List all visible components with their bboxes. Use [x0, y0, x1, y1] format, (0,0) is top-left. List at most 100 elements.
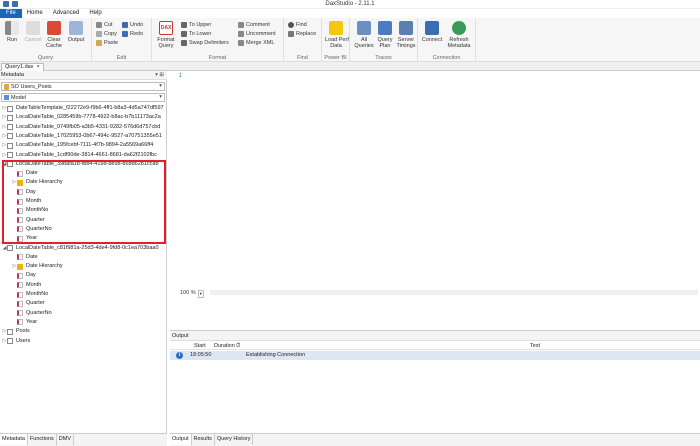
close-icon[interactable]: ×	[36, 64, 39, 71]
table-icon	[7, 114, 13, 121]
tree-item[interactable]: Date	[0, 169, 165, 178]
tree-item[interactable]: ▷ Date Hierarchy	[0, 262, 165, 271]
connect-icon	[425, 21, 439, 35]
column-icon	[17, 291, 23, 298]
table-icon	[7, 338, 13, 344]
tree-item[interactable]: ◢ LocalDateTable_39bafa1b-fbb4-419d-8e98-…	[0, 160, 165, 169]
refresh-icon	[452, 21, 466, 35]
find-button[interactable]: Find	[288, 21, 307, 29]
tree-item[interactable]: QuarterNo	[0, 225, 165, 234]
load-perf-data-button[interactable]: Load Perf Data	[325, 21, 349, 49]
tree-item[interactable]: Month	[0, 281, 165, 290]
tree-item[interactable]: Year	[0, 234, 165, 243]
tree-item[interactable]: Quarter	[0, 299, 165, 308]
tab-output[interactable]: Output	[170, 434, 192, 445]
tab-query1[interactable]: Query1.dax ×	[1, 63, 44, 71]
uncomment-button[interactable]: Uncomment	[238, 30, 276, 38]
chevron-down-icon[interactable]: ▾	[197, 290, 204, 298]
output-button[interactable]: Output	[65, 21, 87, 43]
clear-cache-button[interactable]: Clear Cache	[43, 21, 65, 49]
tree-item[interactable]: ▷ LocalDateTable_17025953-0b67-494c-9527-…	[0, 132, 165, 141]
info-icon: i	[176, 352, 183, 359]
zoom-control[interactable]: 100 % ▾	[180, 290, 204, 298]
output-bottom-tabs: Output Results Query History	[170, 433, 700, 446]
server-timings-button[interactable]: Server Timings	[395, 21, 417, 49]
copy-button[interactable]: Copy	[96, 30, 117, 38]
scissors-icon	[96, 22, 102, 28]
tab-query-history[interactable]: Query History	[215, 434, 254, 445]
model-name: Model	[11, 94, 26, 101]
pin-icon[interactable]: ▾ ⊞	[155, 71, 164, 80]
tree-item[interactable]: ▷ Posts	[0, 327, 165, 336]
tree-item[interactable]: MonthNo	[0, 206, 165, 215]
refresh-metadata-button[interactable]: Refresh Metadata	[446, 21, 472, 49]
server-timings-icon	[399, 21, 413, 35]
tree-item[interactable]: Month	[0, 197, 165, 206]
tree-item[interactable]: MonthNo	[0, 290, 165, 299]
col-duration[interactable]: Duration	[214, 342, 235, 350]
comment-button[interactable]: Comment	[238, 21, 270, 29]
tab-results[interactable]: Results	[192, 434, 215, 445]
to-lower-button[interactable]: To Lower	[181, 30, 211, 38]
tab-functions[interactable]: Functions	[28, 434, 57, 445]
tab-dmv[interactable]: DMV	[57, 434, 75, 445]
query-plan-icon	[378, 21, 392, 35]
merge-xml-button[interactable]: Merge XML	[238, 39, 274, 47]
output-header: Output	[170, 331, 700, 341]
swap-delimiters-button[interactable]: Swap Delimiters	[181, 39, 229, 47]
tree-item[interactable]: ▷ Users	[0, 337, 165, 346]
all-queries-button[interactable]: All Queries	[353, 21, 375, 49]
column-icon	[17, 300, 23, 307]
replace-button[interactable]: Replace	[288, 30, 316, 38]
tab-help[interactable]: Help	[84, 9, 106, 18]
database-selector[interactable]: SO Users_Posts ▾	[1, 82, 165, 91]
tree-item[interactable]: Quarter	[0, 216, 165, 225]
table-icon	[7, 245, 13, 251]
run-label: Run	[6, 37, 18, 43]
model-icon	[4, 95, 9, 100]
tree-item-label: QuarterNo	[26, 309, 52, 316]
format-query-button[interactable]: DAX Format Query	[155, 21, 177, 49]
metadata-header: Metadata ▾ ⊞	[0, 71, 167, 80]
tab-advanced[interactable]: Advanced	[48, 9, 85, 18]
tree-item[interactable]: ▷ Date Hierarchy	[0, 178, 165, 187]
run-button[interactable]: Run	[1, 21, 23, 43]
tree-item[interactable]: ▷ LocalDateTable_0749fb05-a3b5-4331-9282-…	[0, 123, 165, 132]
cut-button[interactable]: Cut	[96, 21, 113, 29]
tree-item[interactable]: ▷ DateTableTemplate_f22272e9-f9b6-4ff1-b8…	[0, 104, 165, 113]
model-selector[interactable]: Model ▾	[1, 93, 165, 102]
to-lower-label: To Lower	[189, 31, 212, 37]
column-icon	[17, 282, 23, 289]
tree-item-label: LocalDateTable_195fcebf-7111-4f7b-9894-2…	[16, 142, 154, 149]
tree-item[interactable]: ◢ LocalDateTable_c81f981a-25d3-4de4-9fd8-…	[0, 244, 165, 253]
redo-button[interactable]: Redo	[122, 30, 143, 38]
tab-metadata[interactable]: Metadata	[0, 434, 28, 445]
paste-button[interactable]: Paste	[96, 39, 118, 47]
tree-item[interactable]: ▷ LocalDateTable_1cdf90de-3814-4661-8681-…	[0, 151, 165, 160]
connect-button[interactable]: Connect	[421, 21, 443, 43]
tab-file[interactable]: File	[0, 9, 22, 18]
powerbi-group: Load Perf Data Power BI	[322, 18, 350, 62]
to-upper-button[interactable]: To Upper	[181, 21, 211, 29]
tree-item[interactable]: Date	[0, 253, 165, 262]
swap-delimiters-label: Swap Delimiters	[189, 40, 229, 46]
tree-item[interactable]: Day	[0, 271, 165, 280]
col-start[interactable]: Start	[194, 342, 206, 350]
tree-item[interactable]: ▷ LocalDateTable_0285459b-7778-4922-b8ac-…	[0, 113, 165, 122]
tab-home[interactable]: Home	[22, 9, 48, 18]
tree-item[interactable]: Day	[0, 188, 165, 197]
query-editor[interactable]: 1 100 % ▾	[170, 71, 700, 328]
query-plan-button[interactable]: Query Plan	[374, 21, 396, 49]
horizontal-scrollbar[interactable]	[210, 290, 698, 295]
tree-item-label: LocalDateTable_17025953-0b67-494c-9527-a…	[16, 132, 162, 139]
tree-item[interactable]: Year	[0, 318, 165, 327]
tree-item[interactable]: QuarterNo	[0, 309, 165, 318]
undo-button[interactable]: Undo	[122, 21, 143, 29]
tree-item[interactable]: ▷ LocalDateTable_195fcebf-7111-4f7b-9894-…	[0, 141, 165, 150]
edit-group-label: Edit	[116, 55, 127, 61]
col-text[interactable]: Text	[530, 342, 540, 350]
title-bar: DaxStudio - 2.11.1	[0, 0, 700, 9]
output-row[interactable]: i 18:05:50 Establishing Connection	[170, 351, 700, 360]
cancel-button[interactable]: Cancel	[22, 21, 44, 43]
tree-item-label: Month	[26, 198, 42, 204]
